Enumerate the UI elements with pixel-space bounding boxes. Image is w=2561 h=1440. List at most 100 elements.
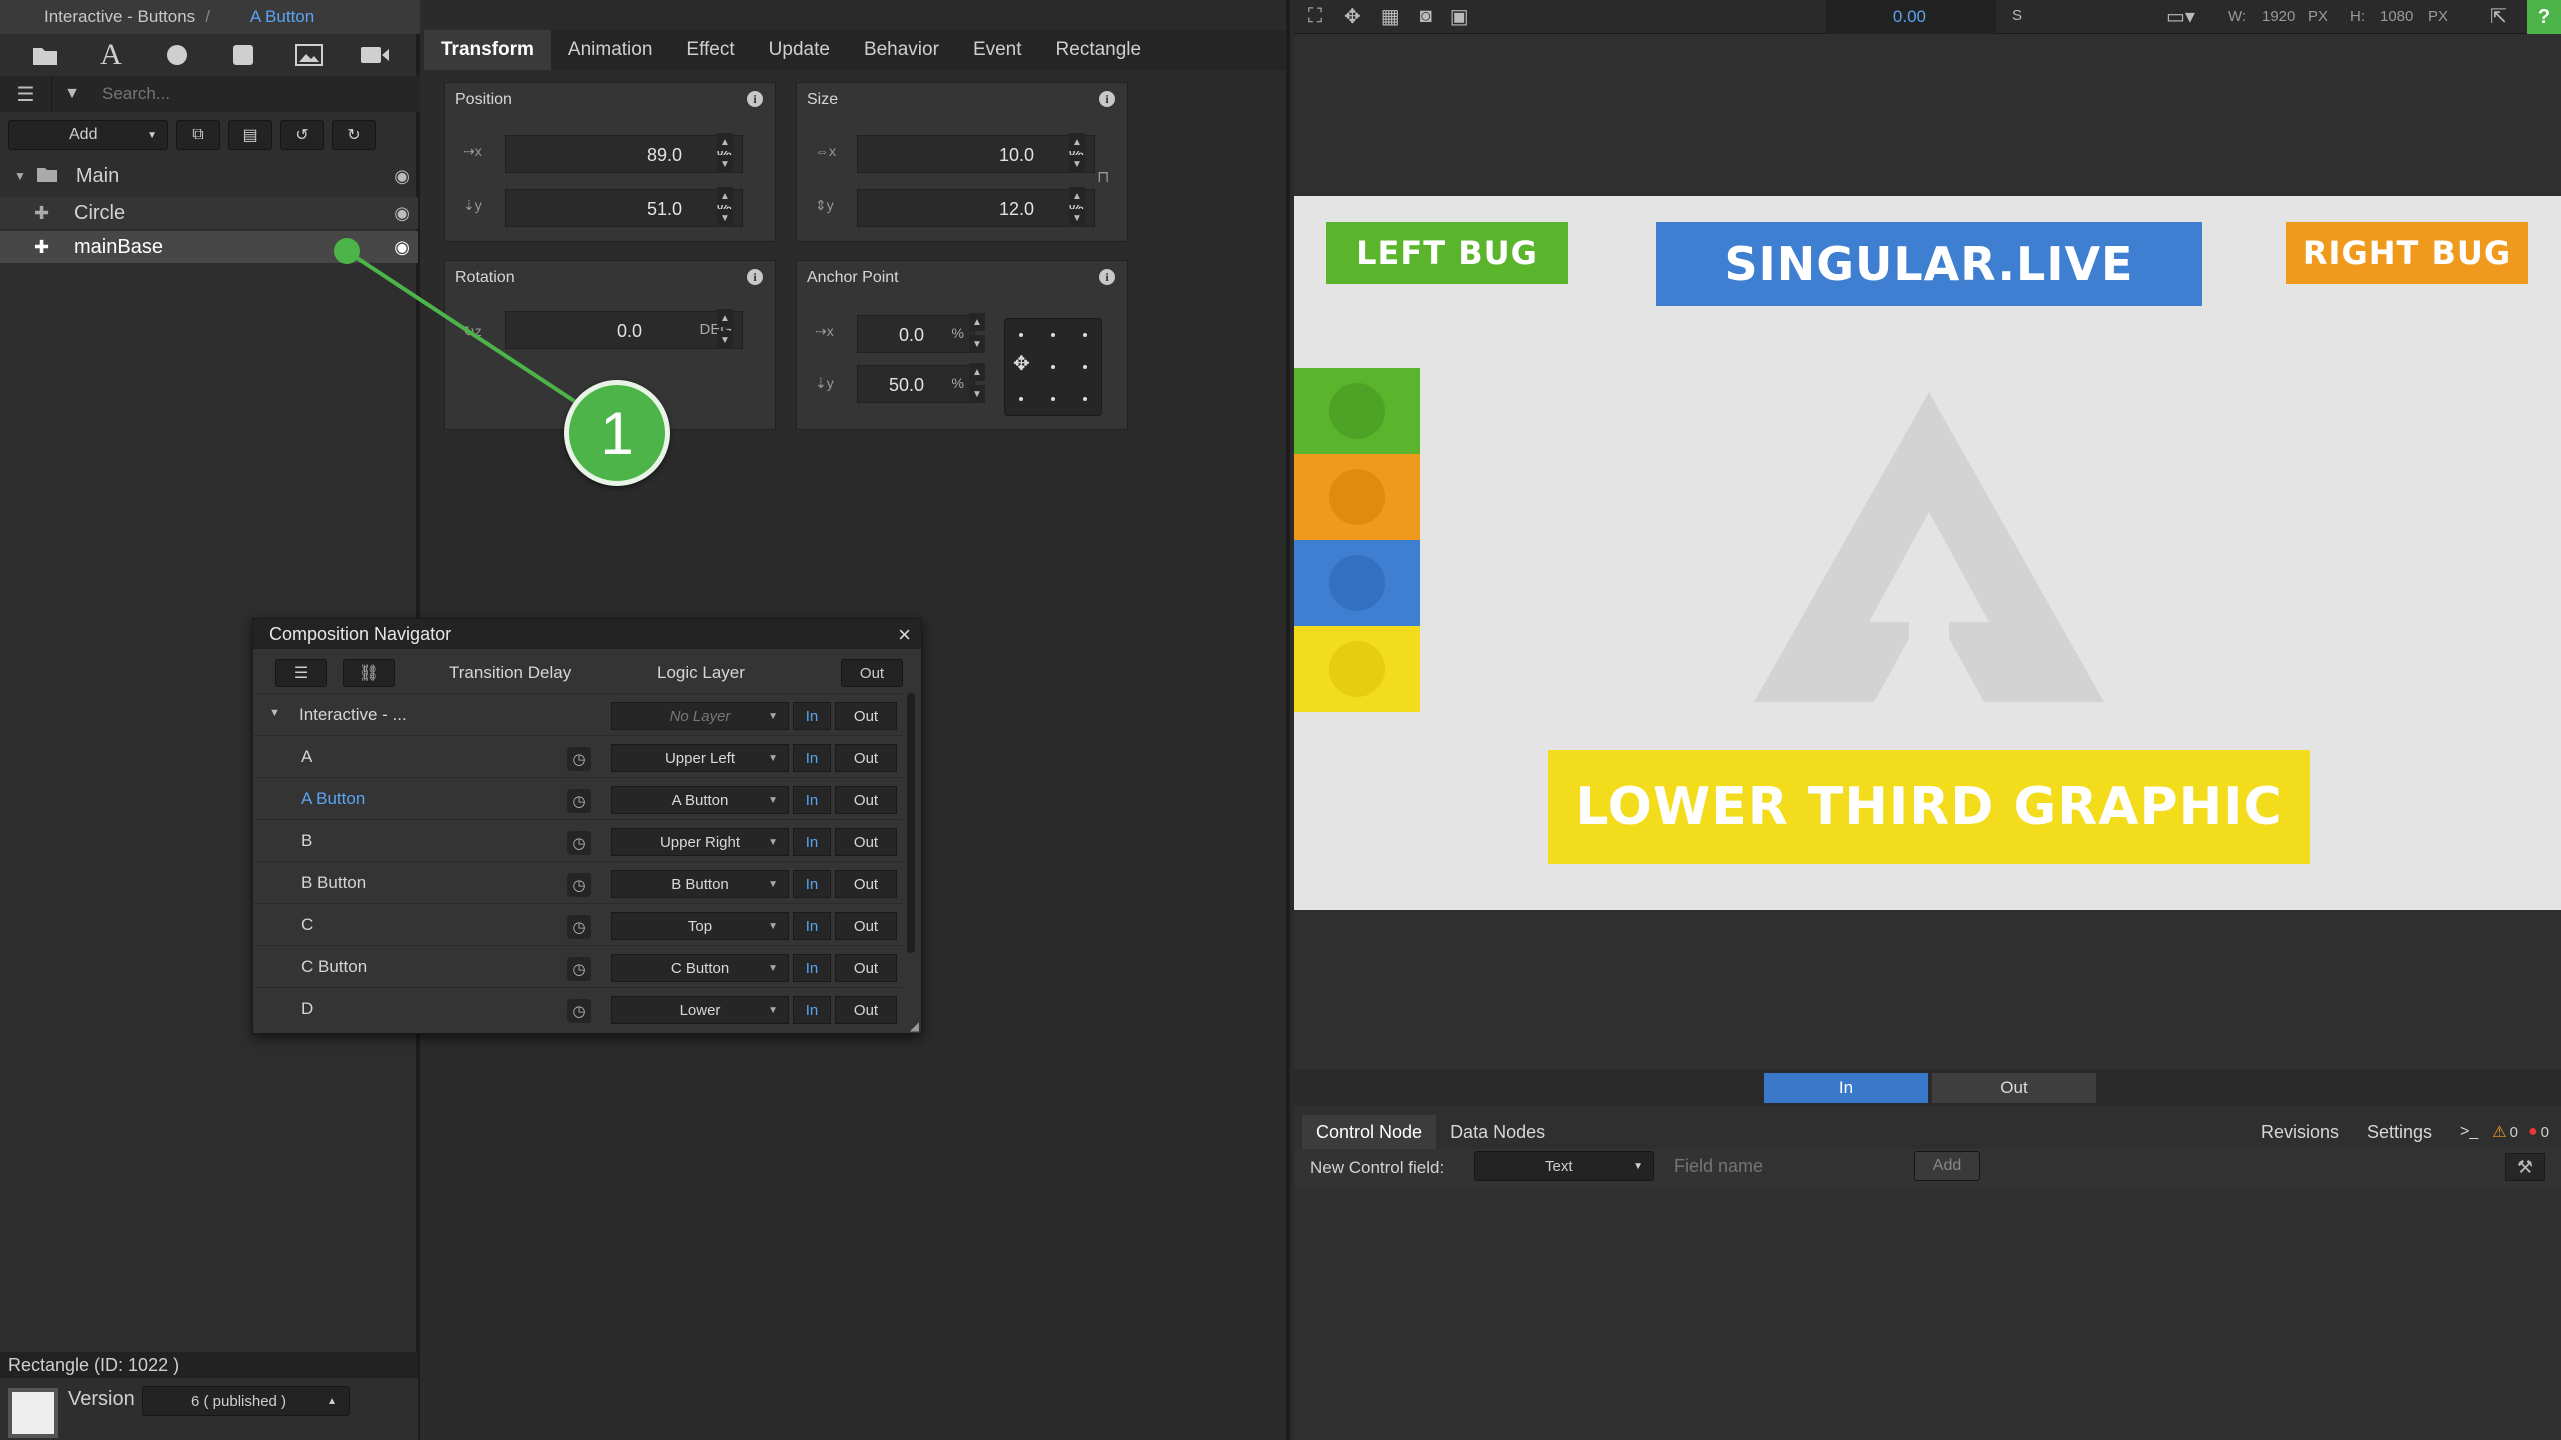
out-button[interactable]: Out [835,912,897,940]
right-bug-graphic[interactable]: RIGHT BUG [2286,222,2528,284]
screen-icon[interactable]: ▣ [1450,4,1469,29]
clock-icon[interactable]: ◷ [567,831,591,855]
control-type-select[interactable]: Text ▼ [1474,1151,1654,1181]
logic-layer-select[interactable]: Lower ▼ [611,996,789,1024]
canvas-toolbar: ⛶ ✥ ▦ ◙ ▣ 0.00 S ▭▾ W: 1920 PX H: 1080 P… [1294,0,2561,34]
tab-settings[interactable]: Settings [2353,1115,2446,1149]
link-icon[interactable]: ⛓ [343,659,395,687]
composition-row[interactable]: B Button ◷ B Button ▼ In Out [253,861,903,903]
logic-layer-select[interactable]: C Button ▼ [611,954,789,982]
composition-name: B [301,831,313,850]
console-icon[interactable]: >_ [2446,1115,2492,1149]
annotation-anchor-dot [334,238,360,264]
field-name-input[interactable] [1668,1151,1900,1181]
left-bug-graphic[interactable]: LEFT BUG [1326,222,1568,284]
composition-row[interactable]: B ◷ Upper Right ▼ In Out [253,819,903,861]
logic-layer-select[interactable]: Upper Left ▼ [611,744,789,772]
in-button[interactable]: In [793,744,831,772]
scrollbar[interactable] [907,693,915,953]
warning-icon[interactable]: ⚠ [2492,1122,2506,1142]
lower-third-graphic[interactable]: LOWER THIRD GRAPHIC [1548,750,2310,864]
transition-delay-header: Transition Delay [449,663,572,682]
out-button[interactable]: Out [835,870,897,898]
error-count: 0 [2540,1123,2549,1141]
height-value[interactable]: 1080 [2380,8,2413,25]
out-button[interactable]: Out [835,744,897,772]
out-button[interactable]: Out [835,786,897,814]
composition-name: A Button [301,789,366,808]
in-button[interactable]: In [793,870,831,898]
in-button[interactable]: In [793,954,831,982]
frame-select-icon[interactable]: ⛶ [1308,5,1322,28]
out-button[interactable]: Out [835,996,897,1024]
button-a-green[interactable] [1294,368,1420,454]
singular-live-graphic[interactable]: SINGULAR.LIVE [1656,222,2202,306]
move-icon[interactable]: ✥ [1344,4,1361,29]
control-type-value: Text [1545,1157,1573,1175]
list-view-icon[interactable]: ☰ [275,659,327,687]
clock-icon[interactable]: ◷ [567,915,591,939]
tab-revisions[interactable]: Revisions [2247,1115,2353,1149]
clock-icon[interactable]: ◷ [567,747,591,771]
chevron-down-icon: ▼ [1633,1160,1643,1172]
singular-logo-watermark [1754,392,2104,702]
tab-data-nodes[interactable]: Data Nodes [1436,1115,1559,1149]
monitor-icon[interactable]: ▭▾ [2166,4,2195,29]
logic-layer-select[interactable]: A Button ▼ [611,786,789,814]
logic-layer-select[interactable]: No Layer ▼ [611,702,789,730]
composition-name: B Button [301,873,367,892]
add-control-button[interactable]: Add [1914,1151,1980,1181]
help-button[interactable]: ? [2527,0,2561,34]
clock-icon[interactable]: ◷ [567,873,591,897]
out-button[interactable]: Out [1932,1073,2096,1103]
logic-layer-header: Logic Layer [657,663,745,682]
composition-navigator-title: Composition Navigator [269,623,452,644]
height-label: H: [2350,8,2365,25]
clock-icon[interactable]: ◷ [567,957,591,981]
grid-icon[interactable]: ▦ [1381,4,1400,29]
composition-row[interactable]: ▼ Interactive - ... No Layer ▼ In Out [253,693,903,735]
resize-handle-icon[interactable]: ◢ [910,1019,919,1033]
external-link-icon[interactable]: ⇱ [2490,4,2507,29]
time-value: 0.00 [1892,7,1926,26]
camera-icon[interactable]: ◙ [1420,5,1432,28]
button-c-blue[interactable] [1294,540,1420,626]
composition-row[interactable]: A Button ◷ A Button ▼ In Out [253,777,903,819]
logic-layer-select[interactable]: Upper Right ▼ [611,828,789,856]
out-button[interactable]: Out [835,702,897,730]
in-button[interactable]: In [793,912,831,940]
button-b-orange[interactable] [1294,454,1420,540]
wrench-icon[interactable]: ⚒ [2505,1153,2545,1181]
composition-name: A [301,747,313,766]
clock-icon[interactable]: ◷ [567,999,591,1023]
new-control-field-label: New Control field: [1310,1158,1445,1177]
button-d-yellow[interactable] [1294,626,1420,712]
in-button[interactable]: In [1764,1073,1928,1103]
composition-row[interactable]: C Button ◷ C Button ▼ In Out [253,945,903,987]
logic-layer-select[interactable]: Top ▼ [611,912,789,940]
composition-row[interactable]: A ◷ Upper Left ▼ In Out [253,735,903,777]
annotation-badge: 1 [564,380,670,486]
width-label: W: [2228,8,2247,25]
in-button[interactable]: In [793,702,831,730]
composition-name: C Button [301,957,368,976]
width-value[interactable]: 1920 [2262,8,2295,25]
logic-layer-select[interactable]: B Button ▼ [611,870,789,898]
time-display[interactable]: 0.00 [1826,0,1996,34]
collapse-arrow-icon[interactable]: ▼ [269,707,280,719]
in-button[interactable]: In [793,786,831,814]
out-all-button[interactable]: Out [841,659,903,687]
composition-row[interactable]: C ◷ Top ▼ In Out [253,903,903,945]
preview-stage[interactable]: LEFT BUG SINGULAR.LIVE RIGHT BUG LOWER T… [1294,196,2561,910]
close-icon[interactable]: × [898,622,911,648]
clock-icon[interactable]: ◷ [567,789,591,813]
control-panel-tabs: Control Node Data Nodes Revisions Settin… [1294,1115,2561,1149]
in-button[interactable]: In [793,828,831,856]
error-icon[interactable]: ● [2528,1123,2538,1141]
out-button[interactable]: Out [835,954,897,982]
composition-row[interactable]: D ◷ Lower ▼ In Out [253,987,903,1029]
tab-control-node[interactable]: Control Node [1302,1115,1437,1149]
out-button[interactable]: Out [835,828,897,856]
in-button[interactable]: In [793,996,831,1024]
composition-navigator-titlebar[interactable]: Composition Navigator × [253,619,921,649]
